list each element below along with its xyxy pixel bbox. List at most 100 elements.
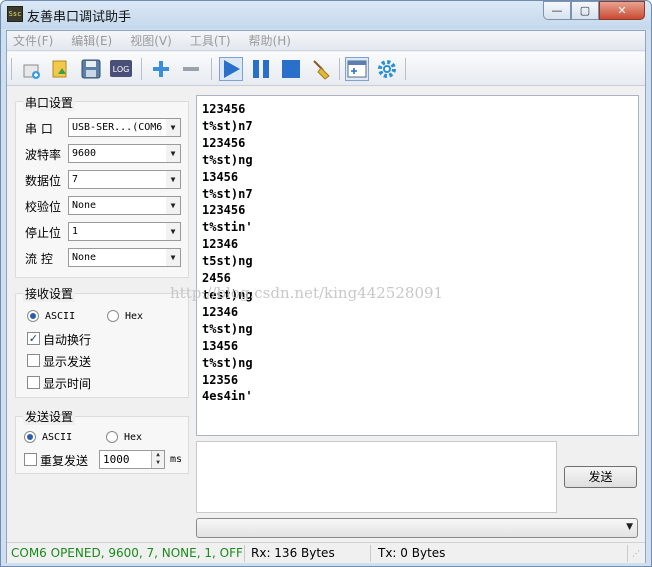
close-button[interactable]: ✕: [599, 1, 645, 20]
parity-select[interactable]: None ▼: [68, 196, 181, 215]
receive-line: t%st)ng: [202, 152, 253, 167]
stopbits-select[interactable]: 1 ▼: [68, 222, 181, 241]
chevron-down-icon: ▼: [166, 171, 180, 188]
close-icon: ✕: [617, 4, 627, 17]
receive-line: t%stin': [202, 220, 253, 235]
show-send-label: 显示发送: [43, 355, 92, 369]
app-icon: Ssc: [7, 6, 23, 22]
stopbits-label: 停止位: [25, 226, 62, 240]
save-icon[interactable]: [79, 57, 103, 81]
title-bar[interactable]: Ssc 友善串口调试助手 — ▢ ✕: [1, 1, 651, 29]
rx-count: Rx: 136 Bytes: [251, 546, 335, 560]
baud-value: 9600: [72, 148, 97, 159]
window-title: 友善串口调试助手: [27, 10, 132, 25]
menu-help[interactable]: 帮助(H): [249, 32, 291, 49]
recv-hex-radio[interactable]: [107, 310, 119, 322]
app-window: Ssc 友善串口调试助手 — ▢ ✕ 文件(F) 编辑(E) 视图(V) 工具(…: [0, 0, 652, 567]
toolbar-separator: [141, 58, 142, 80]
show-time-checkbox[interactable]: [27, 376, 40, 389]
add-icon[interactable]: [149, 57, 173, 81]
parity-label: 校验位: [25, 200, 62, 214]
menu-tools[interactable]: 工具(T): [190, 32, 231, 49]
play-icon[interactable]: [219, 57, 243, 81]
resize-grip-icon[interactable]: ⋰: [632, 549, 640, 558]
baud-label: 波特率: [25, 148, 62, 162]
flowcontrol-label: 流 控: [25, 252, 53, 266]
baud-select[interactable]: 9600 ▼: [68, 144, 181, 163]
watermark-text: http://blog.csdn.net/king442528091: [170, 284, 444, 302]
menu-view[interactable]: 视图(V): [130, 32, 172, 49]
open-icon[interactable]: [49, 57, 73, 81]
status-separator: [370, 545, 371, 562]
send-history-select[interactable]: ▼: [196, 518, 638, 538]
flowcontrol-select[interactable]: None ▼: [68, 248, 181, 267]
stepper-arrows-icon[interactable]: ▲ ▼: [151, 451, 164, 468]
chevron-down-icon: ▼: [166, 145, 180, 162]
chevron-down-icon: ▼: [166, 249, 180, 266]
log-icon[interactable]: LOG: [109, 57, 133, 81]
status-separator: [627, 545, 628, 562]
recv-ascii-label: ASCII: [45, 311, 76, 322]
minimize-button[interactable]: —: [543, 1, 571, 20]
port-select[interactable]: USB-SER...(COM6 ▼: [68, 118, 181, 137]
send-hex-radio[interactable]: [106, 431, 118, 443]
layout-icon[interactable]: [345, 57, 369, 81]
receive-line: 123456: [202, 135, 246, 150]
toolbar: LOG: [7, 52, 645, 86]
receive-line: t%st)n7: [202, 118, 253, 133]
recv-hex-label: Hex: [125, 311, 144, 322]
chevron-down-icon: ▼: [166, 223, 180, 240]
databits-label: 数据位: [25, 174, 62, 188]
pause-icon[interactable]: [249, 57, 273, 81]
port-status-text: COM6 OPENED, 9600, 7, NONE, 1, OFF: [11, 546, 243, 560]
receive-line: 12346: [202, 304, 239, 319]
repeat-send-checkbox[interactable]: [24, 453, 37, 466]
port-value: USB-SER...(COM6: [72, 122, 163, 133]
status-separator: [244, 545, 245, 562]
client-area: 文件(F) 编辑(E) 视图(V) 工具(T) 帮助(H) LOG 串口设置 串…: [6, 30, 646, 563]
send-input[interactable]: [196, 441, 557, 513]
svg-text:LOG: LOG: [113, 65, 130, 74]
serial-settings-title: 串口设置: [23, 94, 76, 111]
send-settings-title: 发送设置: [23, 408, 76, 425]
receive-line: t%st)ng: [202, 321, 253, 336]
databits-select[interactable]: 7 ▼: [68, 170, 181, 189]
send-ascii-radio[interactable]: [24, 431, 36, 443]
show-time-label: 显示时间: [43, 377, 92, 391]
receive-line: 13456: [202, 169, 239, 184]
recv-ascii-radio[interactable]: [27, 310, 39, 322]
auto-wrap-checkbox[interactable]: ✓: [27, 332, 40, 345]
auto-wrap-label: 自动换行: [43, 333, 92, 347]
receive-line: 13456: [202, 338, 239, 353]
menu-bar: 文件(F) 编辑(E) 视图(V) 工具(T) 帮助(H): [7, 31, 645, 51]
tx-count: Tx: 0 Bytes: [378, 546, 446, 560]
receive-line: 4es4in': [202, 389, 253, 404]
receive-line: t5st)ng: [202, 254, 253, 269]
send-button[interactable]: 发送: [564, 466, 637, 488]
repeat-interval-stepper[interactable]: 1000 ▲ ▼: [99, 450, 165, 469]
receive-display[interactable]: 123456 t%st)n7 123456 t%st)ng 13456 t%st…: [196, 95, 639, 436]
minimize-icon: —: [551, 4, 563, 17]
receive-line: 12346: [202, 237, 239, 252]
menu-file[interactable]: 文件(F): [13, 32, 53, 49]
toolbar-separator: [405, 58, 406, 80]
new-session-icon[interactable]: [19, 57, 43, 81]
maximize-button[interactable]: ▢: [571, 1, 599, 20]
toolbar-separator: [339, 58, 340, 80]
receive-settings-group: [15, 293, 189, 398]
receive-line: 123456: [202, 102, 246, 116]
repeat-interval-value: 1000: [103, 453, 130, 466]
settings-gear-icon[interactable]: [375, 57, 399, 81]
clear-broom-icon[interactable]: [309, 57, 333, 81]
repeat-send-label: 重复发送: [40, 454, 89, 468]
toolbar-separator: [211, 58, 212, 80]
stop-icon[interactable]: [279, 57, 303, 81]
remove-icon[interactable]: [179, 57, 203, 81]
menu-edit[interactable]: 编辑(E): [71, 32, 112, 49]
chevron-down-icon: ▼: [166, 119, 180, 136]
receive-line: 123456: [202, 203, 246, 218]
chevron-down-icon: ▼: [166, 197, 180, 214]
flowcontrol-value: None: [72, 252, 97, 263]
send-ascii-label: ASCII: [42, 432, 73, 443]
show-send-checkbox[interactable]: [27, 354, 40, 367]
